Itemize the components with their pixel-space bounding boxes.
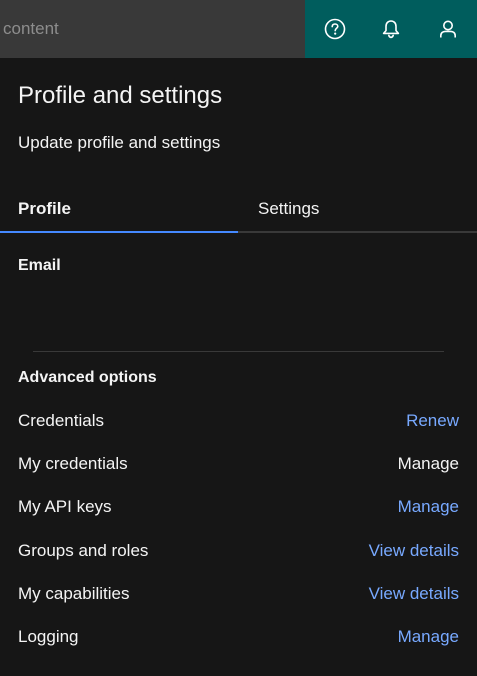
manage-logging-link[interactable]: Manage xyxy=(398,627,459,647)
help-circle-icon xyxy=(324,18,346,40)
row-label: Logging xyxy=(18,627,79,646)
row-my-capabilities: My capabilities View details xyxy=(18,584,459,608)
row-groups-and-roles: Groups and roles View details xyxy=(18,541,459,565)
view-capabilities-link[interactable]: View details xyxy=(369,584,459,604)
panel-title: Profile and settings xyxy=(18,82,223,109)
top-bar: content xyxy=(0,0,477,58)
row-my-api-keys: My API keys Manage xyxy=(18,497,459,521)
search-input-text[interactable]: content xyxy=(3,19,59,39)
row-label: Groups and roles xyxy=(18,541,149,560)
row-label: My API keys xyxy=(18,497,112,516)
manage-api-keys-link[interactable]: Manage xyxy=(398,497,459,517)
row-credentials: Credentials Renew xyxy=(18,411,459,435)
user-icon xyxy=(437,18,459,40)
help-button[interactable] xyxy=(319,13,351,45)
divider xyxy=(33,351,444,352)
user-profile-button[interactable] xyxy=(432,13,464,45)
bell-icon xyxy=(380,18,402,40)
manage-my-credentials-link[interactable]: Manage xyxy=(398,454,459,474)
row-label: My capabilities xyxy=(18,584,130,603)
notifications-button[interactable] xyxy=(375,13,407,45)
row-my-credentials: My credentials Manage xyxy=(18,454,459,478)
panel-subtitle: Update profile and settings xyxy=(18,133,221,152)
email-heading: Email xyxy=(18,257,61,274)
profile-settings-panel: Profile and settings Update profile and … xyxy=(0,58,477,676)
renew-credentials-link[interactable]: Renew xyxy=(406,411,459,431)
row-logging: Logging Manage xyxy=(18,627,459,651)
tab-settings[interactable]: Settings xyxy=(238,186,477,231)
advanced-options-heading: Advanced options xyxy=(18,369,157,386)
row-label: My credentials xyxy=(18,454,128,473)
header-actions xyxy=(305,0,477,58)
tab-profile[interactable]: Profile xyxy=(0,186,238,233)
view-groups-roles-link[interactable]: View details xyxy=(369,541,459,561)
row-label: Credentials xyxy=(18,411,104,430)
tab-list: Profile Settings xyxy=(0,186,477,233)
